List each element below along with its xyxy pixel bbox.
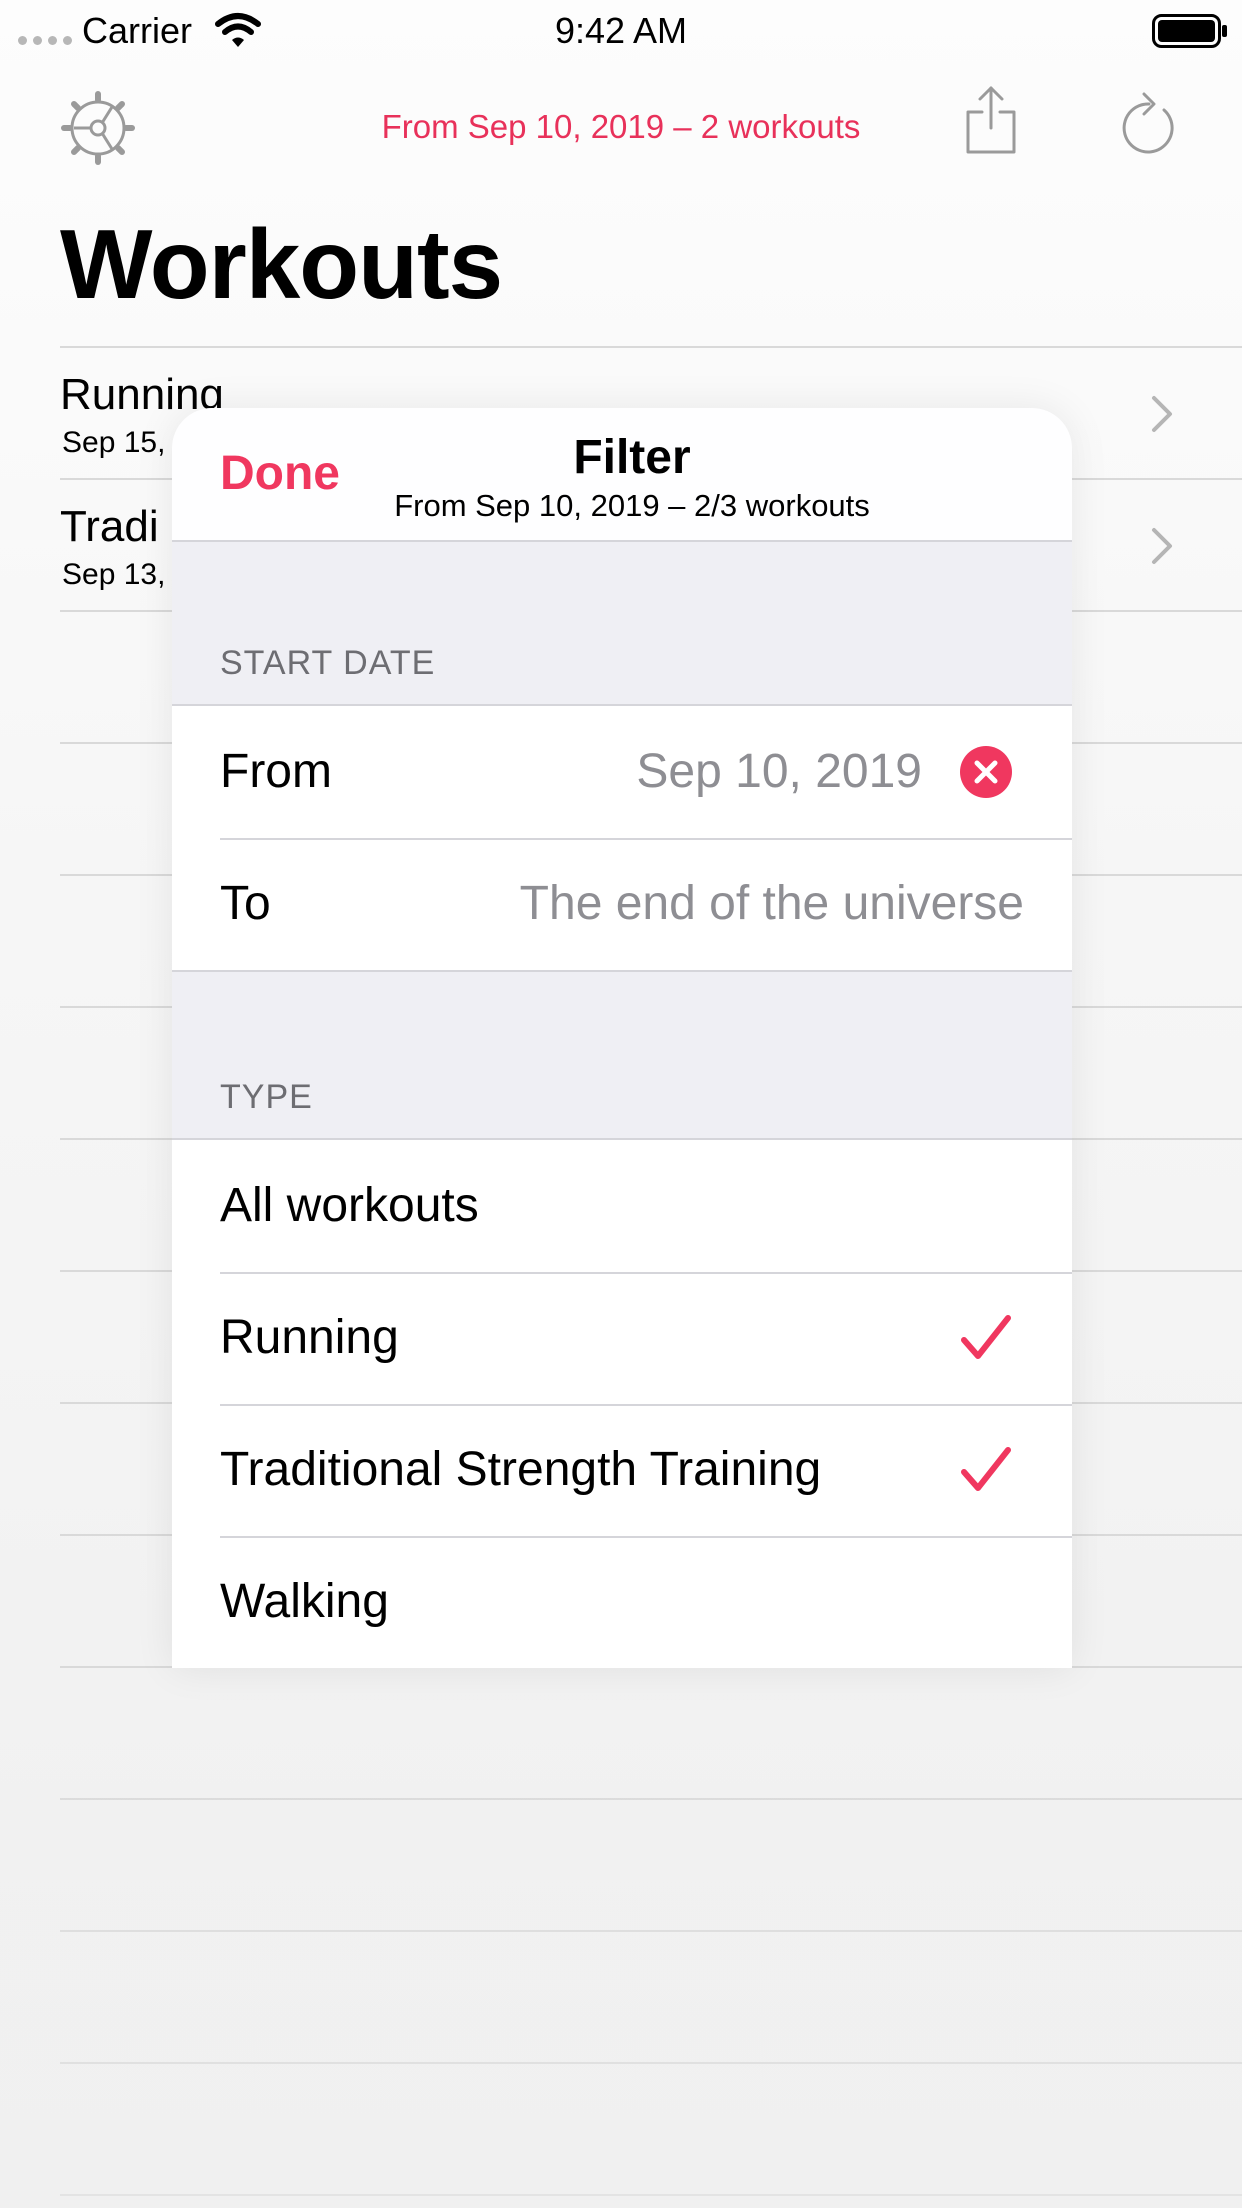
type-label: All workouts xyxy=(220,1179,479,1232)
workouts-screen: Carrier 9:42 AM From Sep 10, 2019 – 2 wo… xyxy=(0,0,1242,2208)
type-label: Running xyxy=(220,1311,399,1364)
from-date-row[interactable]: From Sep 10, 2019 xyxy=(172,706,1072,838)
clear-icon[interactable] xyxy=(960,746,1012,798)
type-group: All workouts Running Traditional Strengt… xyxy=(172,1138,1072,1668)
checkmark-icon xyxy=(961,1447,1011,1491)
start-date-section-header: START DATE xyxy=(220,644,436,682)
status-time: 9:42 AM xyxy=(554,10,688,51)
type-row-all-workouts[interactable]: All workouts xyxy=(172,1140,1072,1272)
page-title: Workouts xyxy=(60,209,503,319)
refresh-icon[interactable] xyxy=(1118,88,1180,156)
share-icon[interactable] xyxy=(962,84,1020,156)
start-date-group: From Sep 10, 2019 To The end of the univ… xyxy=(172,704,1072,972)
from-date-value[interactable]: Sep 10, 2019 xyxy=(636,744,922,799)
nav-filter-summary[interactable]: From Sep 10, 2019 – 2 workouts xyxy=(0,108,1242,146)
filter-subtitle: From Sep 10, 2019 – 2/3 workouts xyxy=(394,488,870,523)
background-fade xyxy=(0,1670,1242,2208)
filter-header: Done Filter From Sep 10, 2019 – 2/3 work… xyxy=(172,408,1072,542)
to-date-row[interactable]: To The end of the universe xyxy=(172,838,1072,970)
to-date-value[interactable]: The end of the universe xyxy=(520,876,1024,931)
workout-date: Sep 15, xyxy=(62,426,166,459)
type-row-traditional-strength-training[interactable]: Traditional Strength Training xyxy=(172,1404,1072,1536)
chevron-right-icon xyxy=(1152,528,1172,564)
chevron-right-icon xyxy=(1152,396,1172,432)
workout-date: Sep 13, xyxy=(62,558,166,591)
type-label: Traditional Strength Training xyxy=(220,1443,822,1496)
row-separator xyxy=(60,346,1242,348)
type-label: Walking xyxy=(220,1575,389,1628)
filter-sheet: Done Filter From Sep 10, 2019 – 2/3 work… xyxy=(172,408,1072,1668)
from-label: From xyxy=(220,745,332,798)
to-label: To xyxy=(220,877,271,930)
type-row-walking[interactable]: Walking xyxy=(172,1536,1072,1668)
type-row-running[interactable]: Running xyxy=(172,1272,1072,1404)
type-section-header: TYPE xyxy=(220,1078,313,1116)
battery-icon xyxy=(1152,14,1227,48)
filter-title: Filter xyxy=(573,431,691,484)
checkmark-icon xyxy=(961,1315,1011,1359)
status-bar: Carrier 9:42 AM xyxy=(0,0,1242,60)
workout-title: Tradi xyxy=(60,502,159,551)
